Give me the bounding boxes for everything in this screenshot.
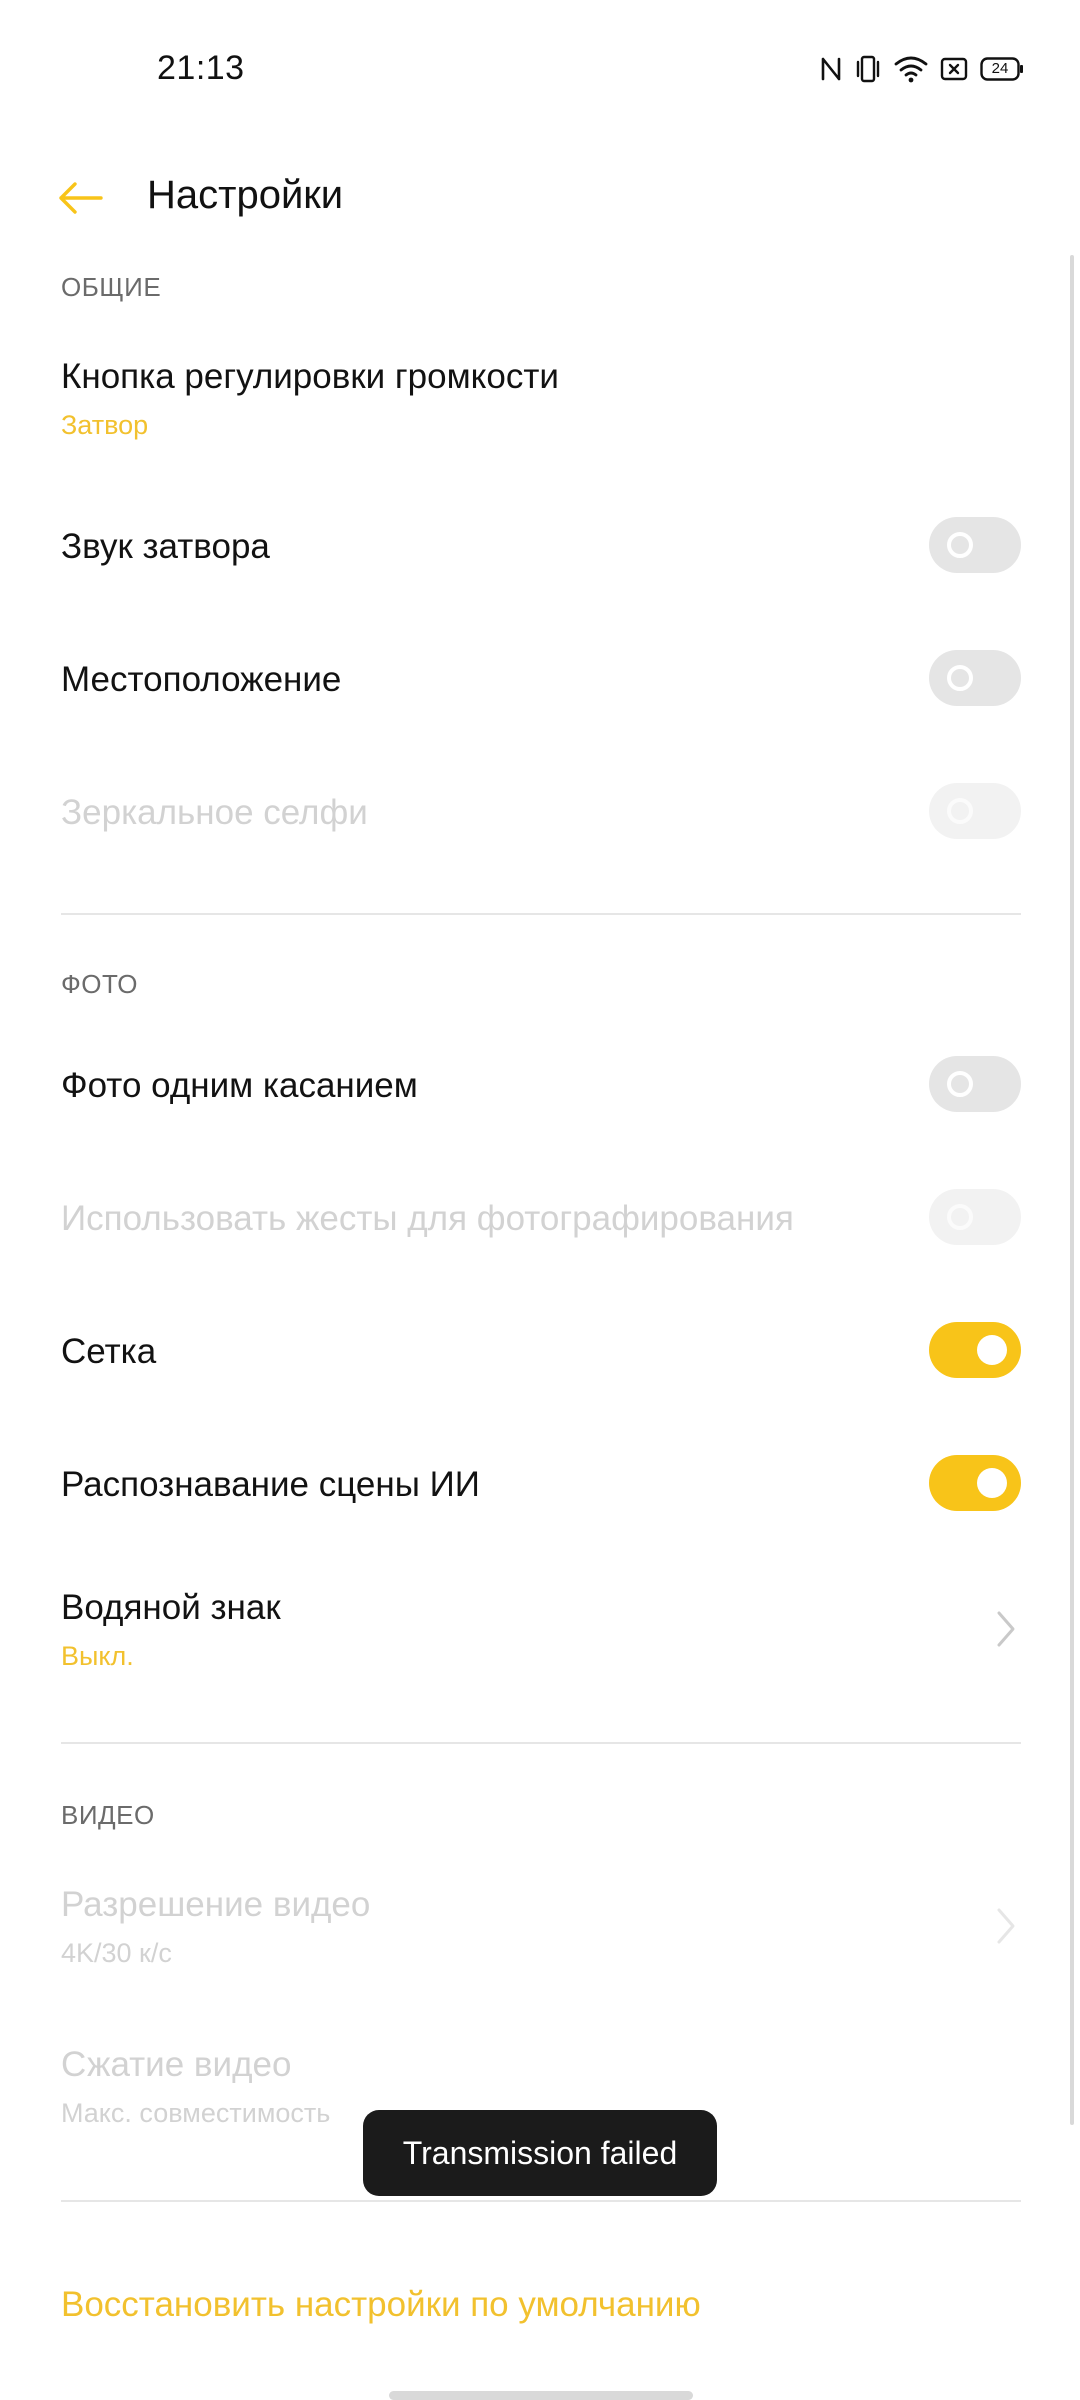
page-title: Настройки bbox=[147, 173, 344, 217]
divider bbox=[61, 913, 1021, 915]
setting-title: Кнопка регулировки громкости bbox=[61, 357, 559, 396]
status-time: 21:13 bbox=[157, 49, 245, 87]
battery-level: 24 bbox=[991, 60, 1009, 77]
setting-watermark[interactable]: Водяной знак Выкл. bbox=[61, 1586, 1021, 1672]
toast: Transmission failed bbox=[363, 2110, 717, 2196]
battery-icon: 24 bbox=[980, 57, 1024, 81]
toggle-knob bbox=[977, 1335, 1007, 1365]
chevron-right-icon bbox=[997, 1908, 1015, 1944]
status-bar: 21:13 24 bbox=[0, 0, 1080, 140]
location-toggle[interactable] bbox=[929, 650, 1021, 706]
back-arrow-icon bbox=[57, 181, 103, 220]
home-indicator[interactable] bbox=[389, 2391, 693, 2400]
toggle-knob bbox=[947, 1071, 973, 1097]
grid-toggle[interactable] bbox=[929, 1322, 1021, 1378]
toggle-knob bbox=[977, 1468, 1007, 1498]
setting-title: Звук затвора bbox=[61, 527, 270, 566]
setting-video-resolution: Разрешение видео 4K/30 к/с bbox=[61, 1883, 1021, 1969]
wifi-icon bbox=[894, 55, 928, 83]
setting-title: Сжатие видео bbox=[61, 2045, 292, 2084]
divider bbox=[61, 1742, 1021, 1744]
setting-one-tap-photo[interactable]: Фото одним касанием bbox=[61, 1064, 1021, 1108]
ai-scene-toggle[interactable] bbox=[929, 1455, 1021, 1511]
status-icons: 24 bbox=[820, 52, 1024, 86]
toast-text: Transmission failed bbox=[402, 2134, 678, 2171]
setting-title: Местоположение bbox=[61, 660, 342, 699]
setting-title: Фото одним касанием bbox=[61, 1066, 418, 1105]
back-button[interactable] bbox=[52, 172, 108, 228]
setting-gestures: Использовать жесты для фотографирования bbox=[61, 1197, 1021, 1241]
vibrate-icon bbox=[854, 54, 882, 84]
sim-error-icon bbox=[940, 56, 968, 82]
setting-value: Выкл. bbox=[61, 1641, 134, 1671]
section-header-general: ОБЩИЕ bbox=[61, 272, 162, 302]
setting-location[interactable]: Местоположение bbox=[61, 658, 1021, 702]
section-header-video: ВИДЕО bbox=[61, 1800, 155, 1830]
setting-volume-button[interactable]: Кнопка регулировки громкости Затвор bbox=[61, 355, 1021, 441]
setting-title: Сетка bbox=[61, 1332, 157, 1371]
setting-title: Использовать жесты для фотографирования bbox=[61, 1199, 794, 1238]
setting-title: Разрешение видео bbox=[61, 1885, 371, 1924]
one-tap-photo-toggle[interactable] bbox=[929, 1056, 1021, 1112]
app-bar: Настройки bbox=[0, 150, 1080, 250]
scrollbar[interactable] bbox=[1070, 255, 1074, 2125]
setting-ai-scene[interactable]: Распознавание сцены ИИ bbox=[61, 1463, 1021, 1507]
gestures-toggle bbox=[929, 1189, 1021, 1245]
nfc-icon bbox=[820, 55, 842, 83]
setting-mirror-selfie: Зеркальное селфи bbox=[61, 791, 1021, 835]
mirror-selfie-toggle bbox=[929, 783, 1021, 839]
setting-title: Зеркальное селфи bbox=[61, 793, 368, 832]
toggle-knob bbox=[947, 1204, 973, 1230]
setting-title: Распознавание сцены ИИ bbox=[61, 1465, 480, 1504]
reset-defaults-link[interactable]: Восстановить настройки по умолчанию bbox=[61, 2285, 701, 2325]
divider bbox=[61, 2200, 1021, 2202]
toggle-knob bbox=[947, 665, 973, 691]
setting-value: 4K/30 к/с bbox=[61, 1938, 172, 1968]
camera-settings-screen: 21:13 24 Настройки ОБЩИЕ Кнопка регулиро… bbox=[0, 0, 1080, 2400]
setting-shutter-sound[interactable]: Звук затвора bbox=[61, 525, 1021, 569]
toggle-knob bbox=[947, 532, 973, 558]
setting-grid[interactable]: Сетка bbox=[61, 1330, 1021, 1374]
setting-value: Затвор bbox=[61, 410, 149, 440]
setting-title: Водяной знак bbox=[61, 1588, 281, 1627]
section-header-photo: ФОТО bbox=[61, 969, 138, 999]
toggle-knob bbox=[947, 798, 973, 824]
chevron-right-icon bbox=[997, 1611, 1015, 1647]
shutter-sound-toggle[interactable] bbox=[929, 517, 1021, 573]
